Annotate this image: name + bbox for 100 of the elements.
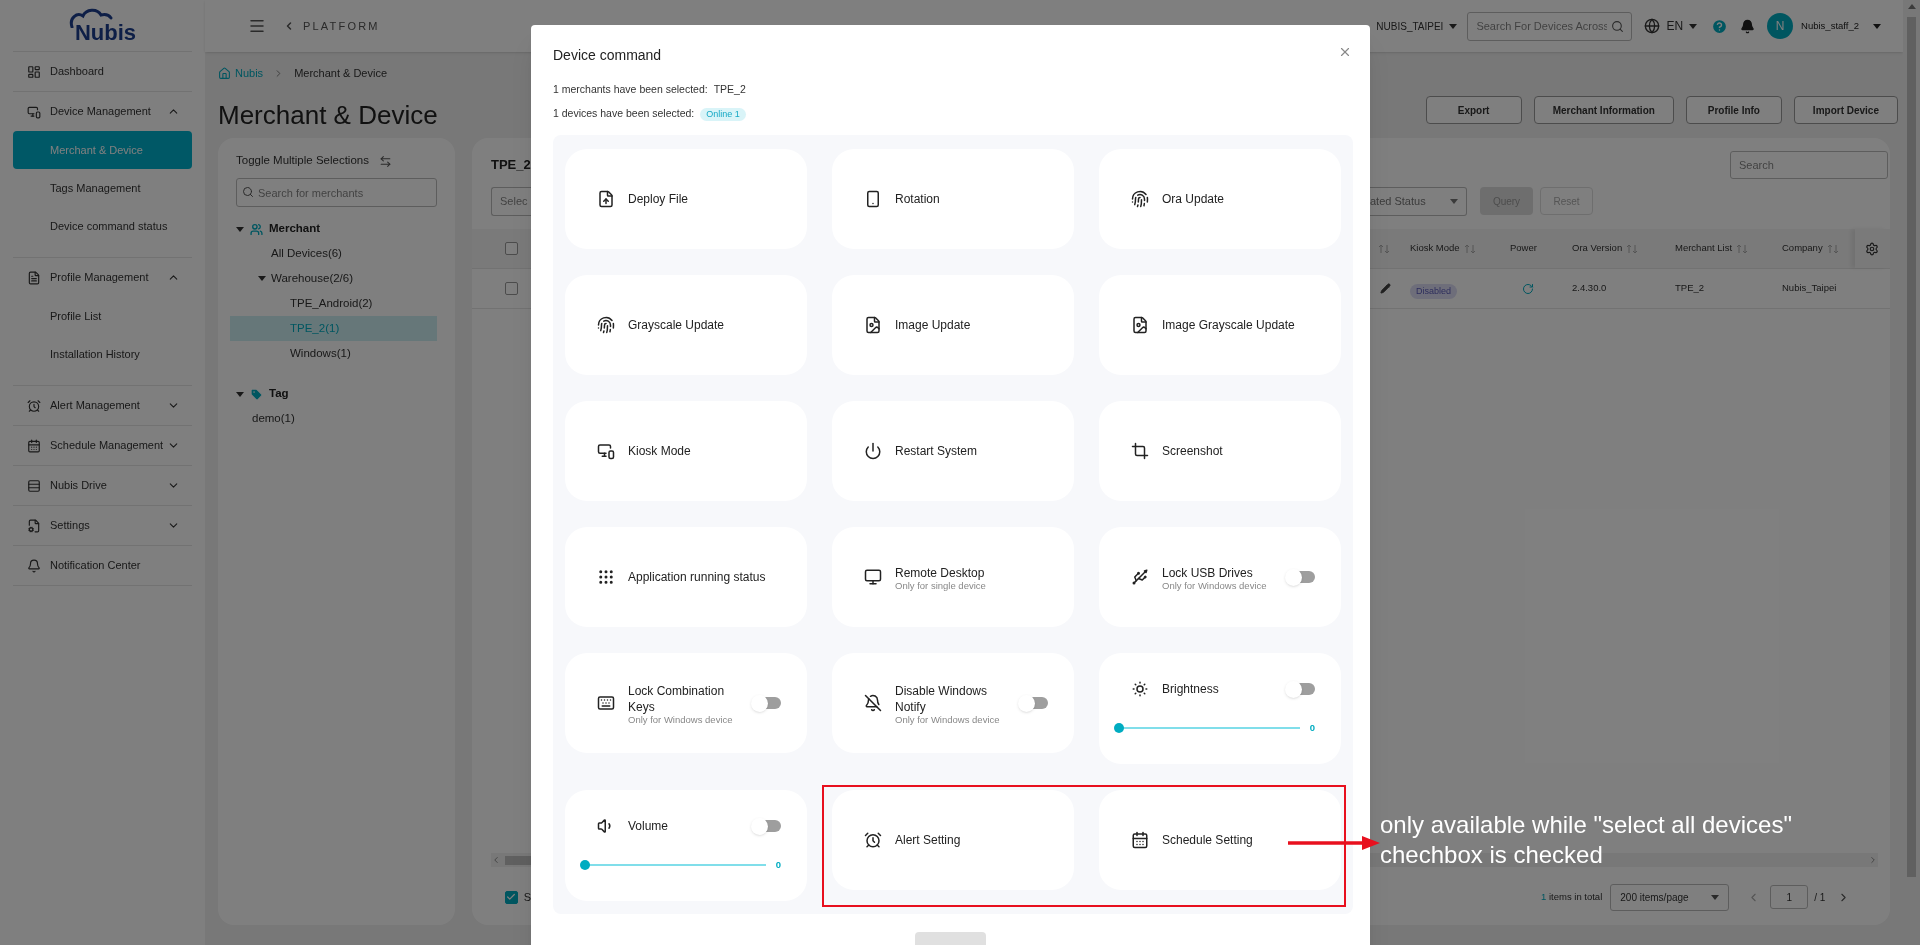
search-field[interactable]: Search — [1730, 151, 1888, 179]
command-note: Only for Windows device — [1162, 581, 1268, 591]
caret-icon — [1449, 23, 1458, 29]
slider-thumb[interactable] — [1114, 723, 1124, 733]
sidebar-subitem[interactable]: Tags Management — [13, 169, 192, 207]
sort-icon[interactable] — [1736, 243, 1749, 254]
menu-icon[interactable] — [248, 17, 266, 35]
toggle-switch[interactable] — [1018, 694, 1048, 712]
tree-item[interactable]: demo(1) — [230, 406, 437, 431]
sidebar-item[interactable]: Dashboard — [13, 52, 192, 91]
close-icon[interactable] — [1338, 45, 1352, 59]
sort-icon[interactable] — [1463, 243, 1476, 254]
column-header: Ora Version — [1572, 241, 1623, 256]
checkbox[interactable] — [505, 242, 518, 255]
toggle-switch[interactable] — [751, 817, 781, 835]
command-card[interactable]: Remote Desktop Only for single device — [832, 527, 1074, 627]
tree-item[interactable]: Warehouse(2/6) — [230, 266, 437, 291]
tree-item[interactable]: Windows(1) — [230, 341, 437, 366]
help-icon[interactable] — [1711, 17, 1729, 35]
action-button[interactable]: Export — [1425, 96, 1522, 124]
sidebar-item[interactable]: Alert Management — [13, 386, 192, 425]
action-button[interactable]: Merchant Information — [1533, 96, 1674, 124]
swap-icon[interactable] — [378, 154, 392, 168]
expand-caret-icon[interactable] — [236, 226, 244, 232]
refresh-icon[interactable] — [1522, 282, 1534, 295]
scroll-thumb[interactable] — [1907, 17, 1916, 877]
command-card[interactable]: Lock Combination Keys Only for Windows device — [565, 653, 807, 753]
command-card[interactable]: Brightness 0 — [1099, 653, 1341, 764]
sidebar-item[interactable]: Device Management — [13, 92, 192, 131]
bell-icon[interactable] — [1740, 18, 1756, 34]
page-field[interactable]: 1 — [1770, 885, 1809, 909]
checkbox[interactable] — [505, 890, 518, 904]
list-icon — [27, 478, 41, 493]
command-card[interactable]: Deploy File — [565, 149, 807, 249]
sidebar-item[interactable]: Profile Management — [13, 258, 192, 297]
table-cell-text: 2.4.30.0 — [1572, 281, 1608, 296]
command-note: Only for Windows device — [628, 715, 734, 725]
company-selector[interactable]: NUBIS_TAIPEI — [1376, 18, 1458, 34]
sidebar-item[interactable]: Notification Center — [13, 546, 192, 585]
tree-item[interactable]: All Devices(6) — [230, 241, 437, 266]
sort-icon[interactable] — [1626, 243, 1639, 254]
command-card[interactable]: Image Grayscale Update — [1099, 275, 1341, 375]
merchant-name: TPE_2 — [713, 82, 746, 98]
annotation-text: only available while "select all devices" chechbox is checked — [1380, 810, 1793, 870]
command-card[interactable]: Screenshot — [1099, 401, 1341, 501]
tree-item[interactable]: TPE_Android(2) — [230, 291, 437, 316]
sidebar-item[interactable]: Nubis Drive — [13, 466, 192, 505]
online-badge: Online 1 — [700, 107, 746, 121]
command-card[interactable]: Volume 0 — [565, 790, 807, 901]
dashboard-icon — [27, 64, 41, 79]
edit-icon[interactable] — [1380, 283, 1391, 294]
page-size-select[interactable]: 200 items/page — [1610, 883, 1730, 911]
command-card[interactable]: Ora Update — [1099, 149, 1341, 249]
action-button[interactable]: Import Device — [1793, 96, 1898, 124]
slider-thumb[interactable] — [580, 860, 590, 870]
command-note: Only for single device — [895, 581, 987, 591]
settings-icon[interactable] — [1864, 241, 1879, 256]
scroll-right-icon[interactable] — [1868, 855, 1878, 865]
sidebar-item[interactable]: Schedule Management — [13, 426, 192, 465]
command-label: Volume — [628, 818, 670, 834]
expand-caret-icon[interactable] — [236, 391, 244, 397]
command-label: Image Update — [895, 317, 972, 333]
document-gear-icon — [27, 518, 41, 533]
scroll-left-icon[interactable] — [491, 855, 501, 865]
action-button[interactable]: Profile Info — [1685, 96, 1782, 124]
sort-icon — [1378, 243, 1390, 254]
command-card[interactable]: Kiosk Mode — [565, 401, 807, 501]
sidebar-subitem[interactable]: Device command status — [13, 207, 192, 245]
language-selector[interactable]: EN — [1644, 17, 1698, 35]
command-card[interactable]: Disable Windows Notify Only for Windows device — [832, 653, 1074, 753]
sidebar-subitem[interactable]: Installation History — [13, 335, 192, 373]
command-card[interactable]: Lock USB Drives Only for Windows device — [1099, 527, 1341, 627]
command-label: Image Grayscale Update — [1162, 317, 1296, 333]
checkbox[interactable] — [505, 282, 518, 295]
sort-icon[interactable] — [1826, 243, 1839, 254]
bell-icon — [27, 558, 41, 573]
command-card[interactable]: Grayscale Update — [565, 275, 807, 375]
sidebar-item[interactable]: Settings — [13, 506, 192, 545]
toggle-switch[interactable] — [1285, 568, 1315, 586]
caret-icon — [1711, 894, 1720, 900]
globe-icon — [1644, 18, 1661, 34]
command-card[interactable]: Restart System — [832, 401, 1074, 501]
scroll-up-icon[interactable] — [1907, 4, 1916, 9]
toggle-switch[interactable] — [1285, 680, 1315, 698]
sidebar-subitem[interactable]: Profile List — [13, 297, 192, 335]
column-header: Power — [1510, 241, 1537, 256]
command-card[interactable]: Rotation — [832, 149, 1074, 249]
alarm-clock-icon — [864, 831, 882, 849]
command-card[interactable]: Application running status — [565, 527, 807, 627]
command-card[interactable]: Schedule Setting — [1099, 790, 1341, 890]
calendar-icon — [1131, 831, 1149, 849]
command-card[interactable]: Alert Setting — [832, 790, 1074, 890]
merchant-search-field[interactable]: Search for merchants — [236, 178, 437, 207]
filter-field[interactable]: Selec — [491, 186, 531, 216]
panel-title: TPE_2 — [491, 156, 531, 175]
logo[interactable]: Nubis — [68, 7, 137, 44]
scroll-thumb[interactable] — [505, 855, 531, 865]
home-icon[interactable] — [218, 66, 231, 80]
command-card[interactable]: Image Update — [832, 275, 1074, 375]
toggle-switch[interactable] — [751, 694, 781, 712]
